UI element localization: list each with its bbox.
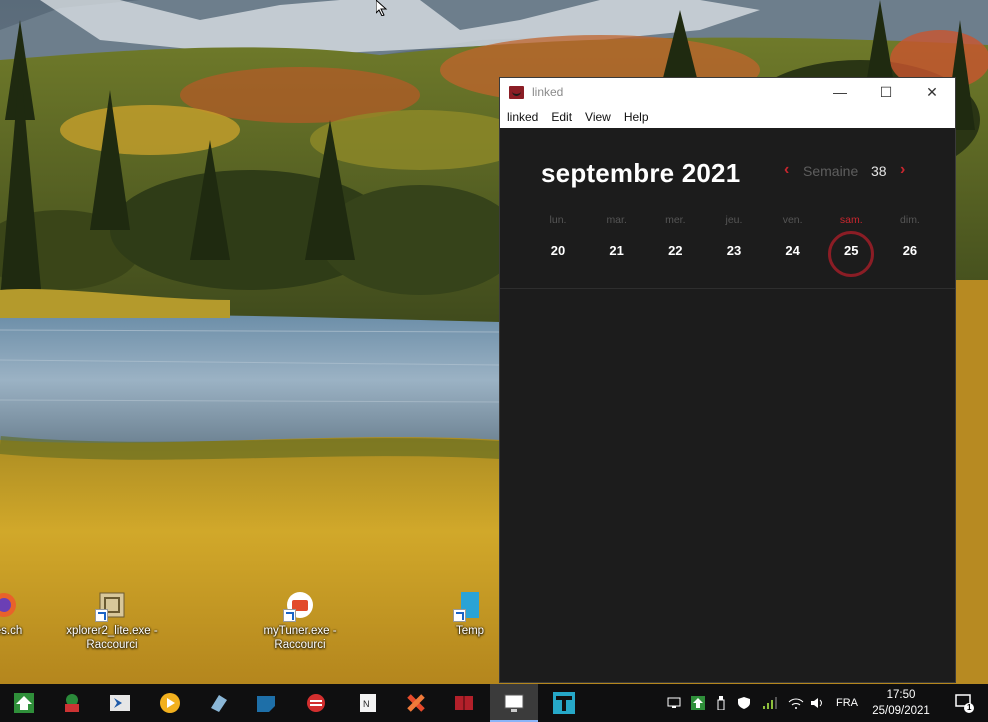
stack-icon xyxy=(307,694,325,712)
menu-bar: linked Edit View Help xyxy=(500,106,955,128)
next-week-button[interactable]: › xyxy=(900,161,905,179)
taskbar-media-player[interactable] xyxy=(146,684,194,722)
monitor-icon xyxy=(504,694,524,712)
firefox-icon xyxy=(0,590,19,620)
tray-signal-icon[interactable] xyxy=(760,684,780,722)
taskbar-notepad[interactable]: N xyxy=(344,684,392,722)
taskbar-home[interactable] xyxy=(0,684,48,722)
day-name: jeu. xyxy=(725,214,743,226)
notes-icon xyxy=(257,696,275,712)
day-number: 21 xyxy=(609,243,624,258)
desktop-icon-ples[interactable]: ples.ch xyxy=(0,590,50,638)
shortcut-arrow-icon xyxy=(283,609,296,622)
close-button[interactable]: ✕ xyxy=(909,78,955,106)
tray-display-icon[interactable] xyxy=(664,684,684,722)
clock-time: 17:50 xyxy=(886,689,916,701)
tray-wifi-icon[interactable] xyxy=(786,684,806,722)
previous-week-button[interactable]: ‹ xyxy=(784,161,789,179)
day-name: sam. xyxy=(839,214,863,226)
month-title: septembre 2021 xyxy=(541,158,741,188)
home-icon xyxy=(14,693,34,713)
day-tuesday[interactable]: mar. 21 xyxy=(591,214,643,258)
day-saturday-selected[interactable]: sam. 25 xyxy=(825,214,877,277)
tray-usb-icon[interactable] xyxy=(712,684,730,722)
tools-icon xyxy=(407,694,425,712)
svg-text:N: N xyxy=(363,699,370,709)
clock-date: 25/09/2021 xyxy=(872,705,930,717)
day-name: ven. xyxy=(782,214,803,226)
notepad-icon: N xyxy=(360,694,376,712)
taskbar-notes[interactable] xyxy=(242,684,290,722)
linked-icon xyxy=(455,696,473,710)
desktop-icon-mytuner[interactable]: myTuner.exe - Raccourci xyxy=(254,590,346,652)
day-sunday[interactable]: dim. 26 xyxy=(884,214,936,258)
taskbar-stack[interactable] xyxy=(292,684,340,722)
taskbar-typora[interactable] xyxy=(540,684,588,722)
notification-count: 1 xyxy=(967,703,972,712)
tray-volume-icon[interactable] xyxy=(808,684,828,722)
day-number: 24 xyxy=(785,243,800,258)
week-number: 38 xyxy=(871,163,887,179)
window-controls: — ☐ ✕ xyxy=(817,78,955,106)
tray-shield-icon[interactable] xyxy=(734,684,754,722)
calendar-panel: septembre 2021 ‹ Semaine 38 › lun. 20 ma… xyxy=(500,128,955,682)
media-player-icon xyxy=(160,693,180,713)
minimize-button[interactable]: — xyxy=(817,78,863,106)
folder-icon xyxy=(453,590,485,622)
desktop-icon-label: ples.ch xyxy=(0,625,23,637)
day-name: dim. xyxy=(900,214,920,226)
day-number: 20 xyxy=(550,243,566,258)
week-days: lun. 20 mar. 21 mer. 22 jeu. 23 ven. 24 … xyxy=(532,214,936,277)
week-label: Semaine xyxy=(803,163,859,179)
taskbar-powershell[interactable] xyxy=(96,684,144,722)
tray-home-icon[interactable] xyxy=(688,684,708,722)
day-name: mer. xyxy=(665,214,686,226)
mouse-cursor-icon xyxy=(376,0,388,16)
day-monday[interactable]: lun. 20 xyxy=(532,214,584,258)
title-bar[interactable]: linked — ☐ ✕ xyxy=(500,78,955,106)
tray-clock[interactable]: 17:50 25/09/2021 xyxy=(862,687,940,719)
typora-icon xyxy=(553,692,575,714)
taskbar-tools[interactable] xyxy=(392,684,440,722)
shortcut-arrow-icon xyxy=(95,609,108,622)
desktop-icon-label: myTuner.exe - Raccourci xyxy=(263,625,337,651)
tray-language[interactable]: FRA xyxy=(832,684,862,722)
window-title: linked xyxy=(532,85,564,99)
mytuner-icon xyxy=(283,590,315,622)
linked-app-icon xyxy=(509,85,524,99)
menu-view[interactable]: View xyxy=(585,110,611,124)
desktop-icon-xplorer2[interactable]: xplorer2_lite.exe - Raccourci xyxy=(66,590,158,652)
app-icon xyxy=(65,694,79,712)
taskbar: N FRA 17:50 25/09/2021 1 xyxy=(0,684,988,722)
day-wednesday[interactable]: mer. 22 xyxy=(649,214,701,258)
eraser-icon xyxy=(211,695,227,712)
menu-linked[interactable]: linked xyxy=(507,110,538,124)
desktop-icon-label: xplorer2_lite.exe - Raccourci xyxy=(66,625,158,651)
menu-edit[interactable]: Edit xyxy=(551,110,572,124)
maximize-button[interactable]: ☐ xyxy=(863,78,909,106)
taskbar-eraser[interactable] xyxy=(194,684,242,722)
taskbar-linked[interactable] xyxy=(440,684,488,722)
selected-day-ring xyxy=(828,231,875,277)
menu-help[interactable]: Help xyxy=(624,110,649,124)
xplorer-icon xyxy=(95,590,127,622)
notification-center-button[interactable]: 1 xyxy=(944,684,984,722)
week-divider xyxy=(500,288,955,289)
day-number: 23 xyxy=(726,243,742,258)
day-friday[interactable]: ven. 24 xyxy=(767,214,819,258)
taskbar-monitor[interactable] xyxy=(490,684,538,722)
day-number: 22 xyxy=(668,243,683,258)
day-thursday[interactable]: jeu. 23 xyxy=(708,214,760,258)
day-number: 26 xyxy=(902,243,918,258)
linked-window: linked — ☐ ✕ linked Edit View Help septe… xyxy=(500,78,955,682)
taskbar-app[interactable] xyxy=(48,684,96,722)
day-name: lun. xyxy=(549,214,567,226)
shortcut-arrow-icon xyxy=(453,609,466,622)
powershell-icon xyxy=(110,695,130,711)
day-name: mar. xyxy=(606,214,627,226)
